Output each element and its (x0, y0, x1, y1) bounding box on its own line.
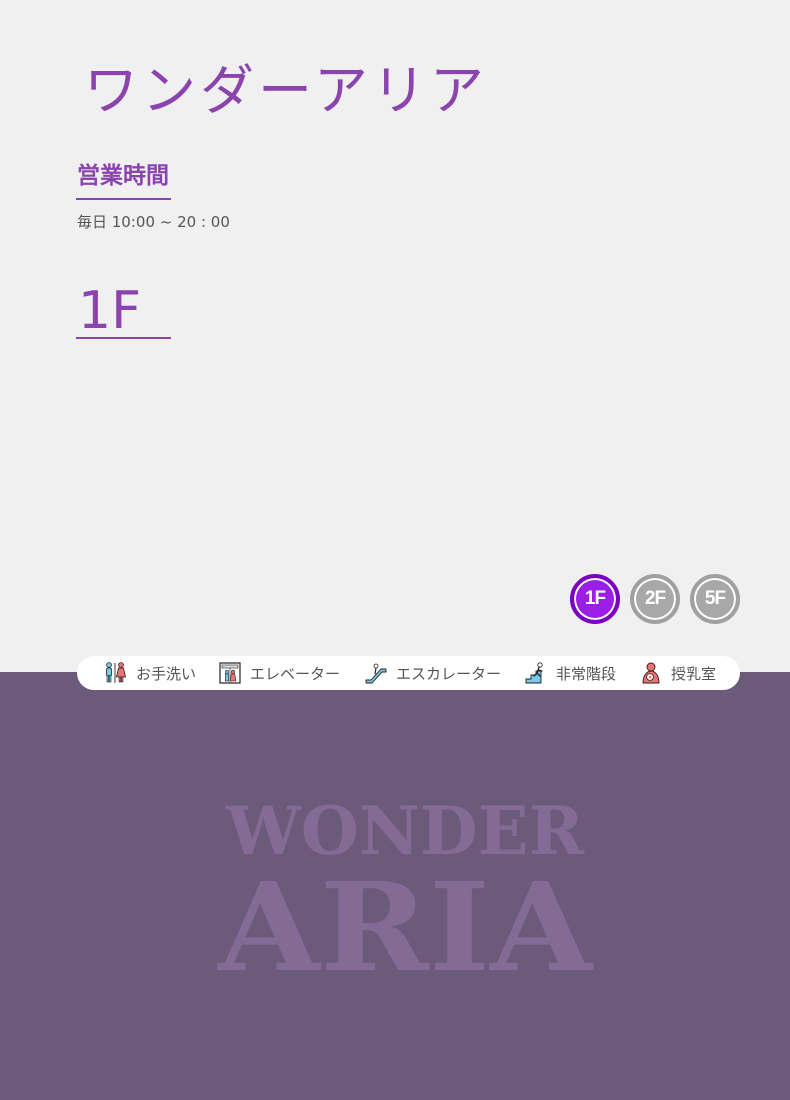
wonder-aria-logo: WONDER ARIA (217, 798, 595, 978)
nursing-room-icon (642, 662, 660, 684)
legend-item-nursing-room: 授乳室 (640, 656, 716, 690)
emergency-stairs-icon (525, 662, 543, 684)
legend-label: 非常階段 (556, 664, 617, 683)
heading-underline (76, 198, 171, 200)
legend-item-emergency-stairs: 非常階段 (525, 656, 616, 690)
legend-item-elevator: エレベーター (219, 656, 340, 690)
legend-item-restroom: お手洗い (103, 656, 196, 690)
current-floor-title: 1F (78, 281, 141, 341)
floor-button-2f[interactable]: 2F (630, 574, 680, 624)
escalator-icon (365, 663, 387, 684)
legend-item-escalator: エスカレーター (365, 656, 501, 690)
floor-title-underline (76, 337, 171, 339)
elevator-icon (219, 662, 241, 684)
legend-label: エレベーター (250, 664, 341, 683)
legend-label: エスカレーター (396, 664, 502, 683)
facility-legend: お手洗い エレベーター エスカレーター 非常階段 授乳室 (77, 656, 740, 690)
restroom-icon (106, 662, 126, 683)
floor-button-1f[interactable]: 1F (570, 574, 620, 624)
business-hours-text: 毎日 10:00 ~ 20 : 00 (77, 213, 230, 231)
legend-label: お手洗い (136, 664, 197, 683)
app-title: ワンダーアリア (84, 59, 488, 122)
legend-label: 授乳室 (671, 664, 717, 683)
business-hours-heading: 営業時間 (77, 163, 169, 189)
floor-button-5f[interactable]: 5F (690, 574, 740, 624)
logo-line-2: ARIA (217, 855, 595, 978)
